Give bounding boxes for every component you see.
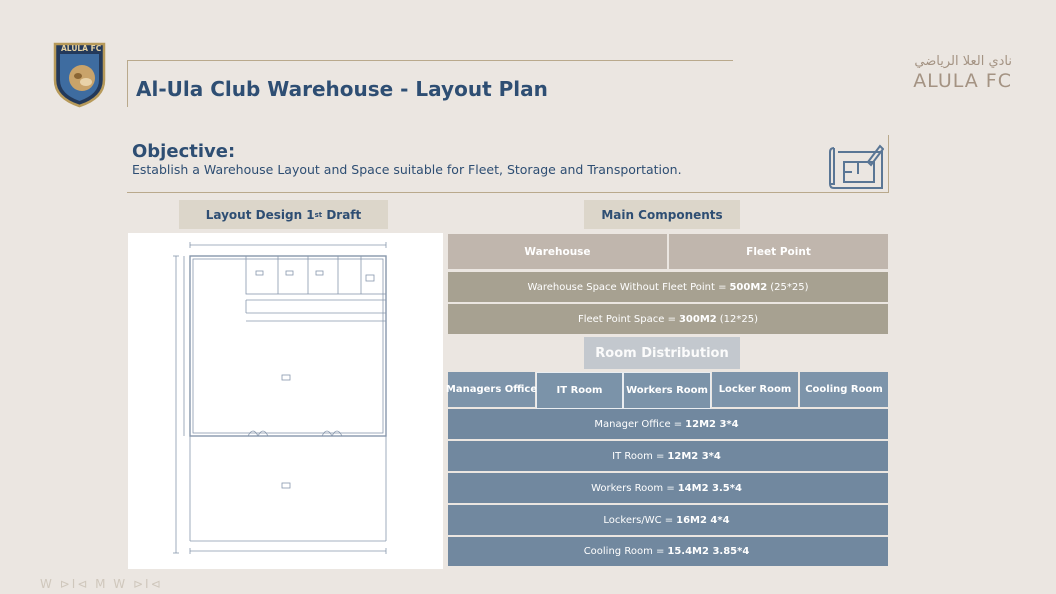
brand-english: ALULA FC xyxy=(913,70,1012,92)
layout-design-label: Layout Design 1st Draft xyxy=(179,200,388,229)
managers-office-header: Managers Office xyxy=(446,372,537,407)
layout-label-sup: st xyxy=(314,210,323,219)
cooling-room-row: Cooling Room = 15.4M2 3.85*4 xyxy=(448,537,888,566)
row-label: Fleet Point Space = xyxy=(577,313,676,325)
layout-label-prefix: Layout Design 1 xyxy=(205,207,315,222)
page-title: Al-Ula Club Warehouse - Layout Plan xyxy=(136,77,548,101)
row-value: 12M2 3*4 xyxy=(685,418,739,430)
row-label: Workers Room = xyxy=(591,482,675,494)
row-value: 16M2 4*4 xyxy=(676,514,730,526)
fleet-point-space-row: Fleet Point Space = 300M2 (12*25) xyxy=(448,304,888,334)
floor-plan-drawing xyxy=(128,233,443,569)
row-label: Warehouse Space Without Fleet Point = xyxy=(527,281,727,293)
footer-pattern: W ⊳I⊲ M W ⊳I⊲ xyxy=(40,577,163,591)
row-value: 12M2 3*4 xyxy=(667,450,721,462)
layout-label-suffix: Draft xyxy=(322,207,362,222)
row-label: Lockers/WC = xyxy=(603,514,674,526)
row-value: 15.4M2 3.85*4 xyxy=(667,546,750,557)
it-room-row: IT Room = 12M2 3*4 xyxy=(448,441,888,471)
objective-text: Establish a Warehouse Layout and Space s… xyxy=(132,162,682,177)
row-value: 14M2 3.5*4 xyxy=(677,482,742,494)
row-label: Manager Office = xyxy=(594,418,683,430)
workers-room-header: Workers Room xyxy=(623,372,711,409)
brand-arabic: نادي العلا الرياضي xyxy=(914,54,1012,69)
workers-room-row: Workers Room = 14M2 3.5*4 xyxy=(448,473,888,503)
row-value: 500M2 xyxy=(729,281,768,293)
blueprint-icon xyxy=(828,140,885,190)
fleet-point-header: Fleet Point xyxy=(669,234,888,269)
row-label: Cooling Room = xyxy=(583,546,665,557)
warehouse-header: Warehouse xyxy=(448,234,667,269)
manager-office-row: Manager Office = 12M2 3*4 xyxy=(448,409,888,439)
row-dimensions: (25*25) xyxy=(770,281,809,293)
room-distribution-label: Room Distribution xyxy=(584,337,740,369)
club-crest-icon: ALULA FC xyxy=(52,40,107,108)
objective-heading: Objective: xyxy=(132,141,236,162)
lockers-wc-row: Lockers/WC = 16M2 4*4 xyxy=(448,505,888,535)
crest-text: ALULA FC xyxy=(61,44,102,53)
row-label: IT Room = xyxy=(612,450,665,462)
main-components-label: Main Components xyxy=(584,200,740,229)
locker-room-header: Locker Room xyxy=(712,372,798,407)
brand-logo: نادي العلا الرياضي ALULA FC xyxy=(896,54,1012,92)
it-room-header: IT Room xyxy=(536,372,623,409)
row-dimensions: (12*25) xyxy=(719,313,759,325)
warehouse-space-row: Warehouse Space Without Fleet Point = 500… xyxy=(448,272,888,302)
cooling-room-header: Cooling Room xyxy=(800,372,888,407)
row-value: 300M2 xyxy=(678,313,717,325)
